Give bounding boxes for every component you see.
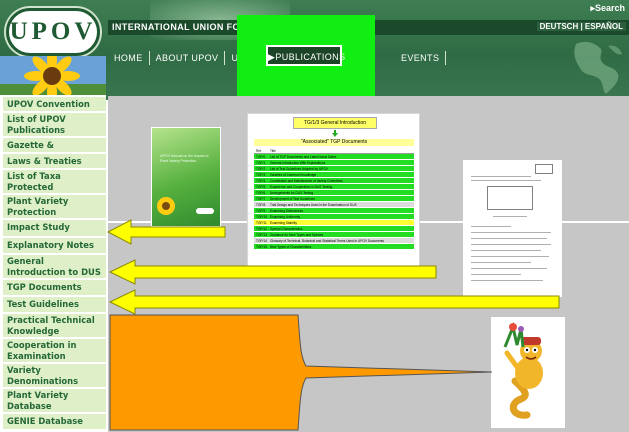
tgp-title: TG/1/3 General Introduction [293,117,377,129]
tgp-row-title: New Types of Characteristics [270,245,312,249]
nav-about-upov[interactable]: ABOUT UPOV [150,51,226,65]
sidebar-item-laws-treaties[interactable]: Laws & Treaties [3,154,106,170]
tgp-documents-table: TG/1/3 General Introduction "Associated"… [247,113,420,272]
sidebar-item-genie-database[interactable]: GENIE Database [3,414,106,431]
scan-text-line [471,256,549,257]
sidebar-item-list-of-taxa-protected[interactable]: List of Taxa Protected [3,170,106,195]
nav-publications-label: PUBLICATIONS [275,52,346,62]
sidebar-item-test-guidelines[interactable]: Test Guidelines [3,297,106,314]
sidebar-item-explanatory-notes[interactable]: Explanatory Notes [3,238,106,255]
scan-text-line [471,176,531,177]
sidebar-item-practical-technical-knowledge[interactable]: Practical Technical Knowledge [3,314,106,339]
sidebar-item-plant-variety-database[interactable]: Plant Variety Database [3,389,106,414]
sidebar-item-cooperation-in-examination[interactable]: Cooperation in Examination [3,339,106,364]
upov-logo[interactable]: UPOV [6,8,100,56]
down-arrow-icon [332,130,338,137]
scan-text-line [471,226,511,227]
nav-home[interactable]: HOME [108,51,150,65]
flower-icon [157,197,175,215]
scan-text-line [471,280,543,281]
genie-icon [503,321,543,419]
sidebar-item-gazette-newsletter[interactable]: Gazette & Newsletter [3,138,106,154]
sidebar-nav: UPOV Convention List of UPOV Publication… [0,95,106,432]
scan-text-line [471,244,551,245]
language-links[interactable]: DEUTSCH | ESPAÑOL [536,22,626,31]
logo-text: UPOV [9,18,97,45]
scan-text-line [493,216,527,217]
test-guideline-scan[interactable] [463,160,562,297]
scan-text-line [471,232,551,233]
sidebar-item-general-introduction-to-dus[interactable]: General Introduction to DUS [3,255,106,280]
sunflower-image [0,56,106,96]
genie-image[interactable] [491,317,565,428]
sidebar-item-impact-study[interactable]: Impact Study [3,220,106,238]
scan-text-line [471,250,541,251]
tgp-table-body: Ref. Title TGP/0 List of TGP Documents and … [254,148,414,250]
scan-text-line [471,274,521,275]
scan-text-line [471,180,541,181]
search-link[interactable]: ▸Search [590,3,625,14]
sidebar-item-tgp-documents[interactable]: TGP Documents [3,280,106,297]
nav-publications[interactable]: ▶PUBLICATIONS [266,45,346,66]
sidebar-item-upov-convention[interactable]: UPOV Convention [3,97,106,113]
cover-title: UPOV Manual on the Impact of Plant Varie… [160,154,209,163]
impact-study-cover[interactable]: UPOV Manual on the Impact of Plant Varie… [151,127,221,227]
tgp-subtitle: "Associated" TGP Documents [254,139,414,146]
world-map-icon [574,41,622,94]
scan-text-line [471,268,547,269]
scan-title-box [487,186,533,210]
scan-logo [535,164,553,174]
scan-text-line [471,238,547,239]
sidebar-item-plant-variety-protection-statistics[interactable]: Plant Variety Protection Statistics [3,195,106,220]
tgp-row-ref: TGP/15 [256,245,267,249]
scan-text-line [471,262,531,263]
sidebar-item-list-of-upov-publications[interactable]: List of UPOV Publications [3,113,106,138]
nav-events[interactable]: EVENTS [395,51,447,65]
tgp-row[interactable]: TGP/15 New Types of Characteristics [254,244,414,250]
cover-button [196,208,214,214]
sidebar-item-variety-denominations[interactable]: Variety Denominations [3,364,106,389]
